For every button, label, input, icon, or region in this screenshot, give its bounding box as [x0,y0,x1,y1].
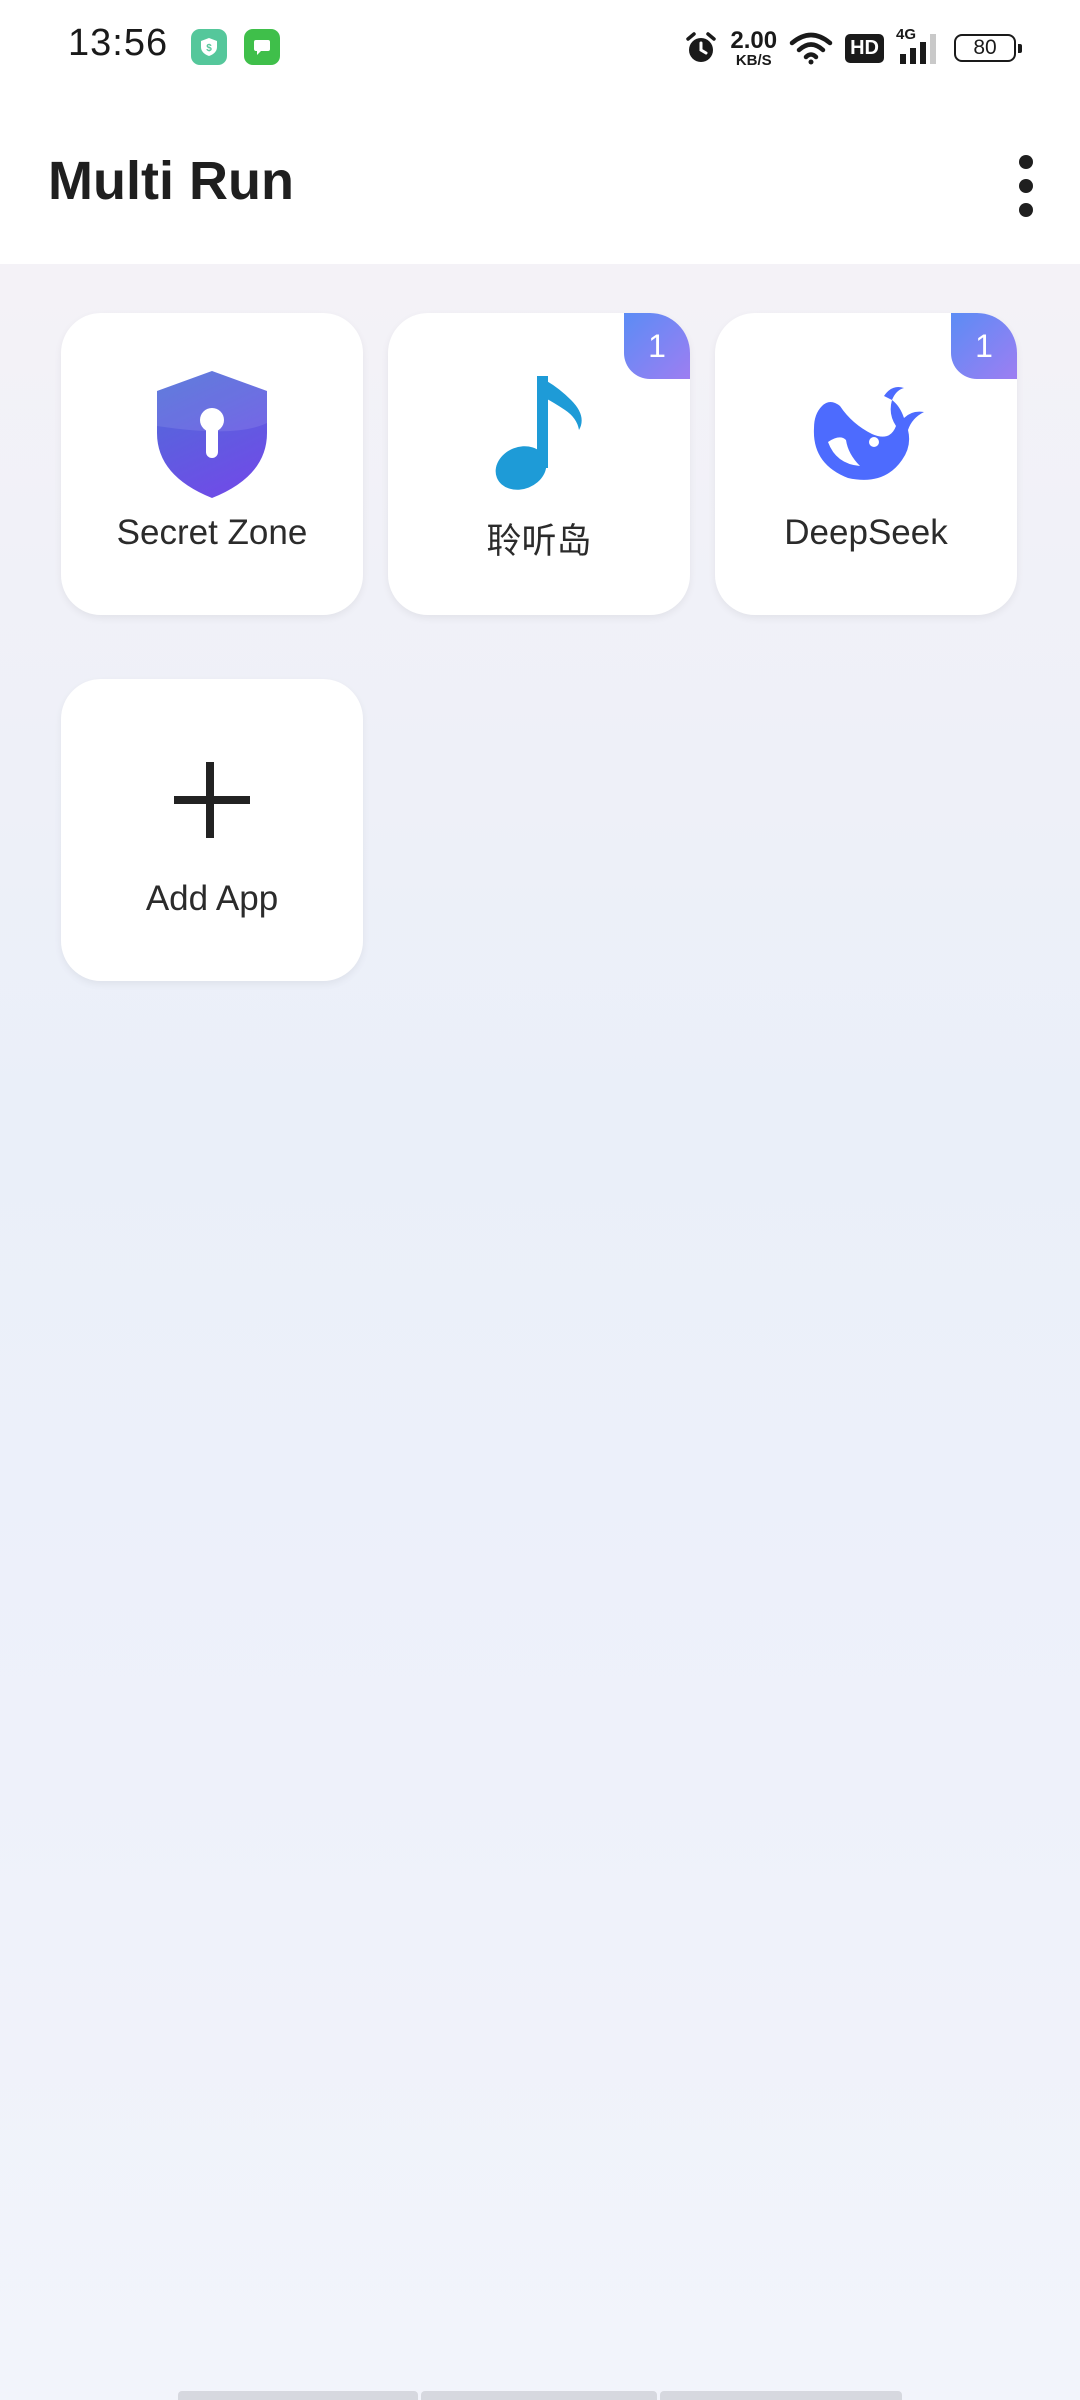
message-notification-icon [244,29,280,65]
hd-indicator: HD [845,33,884,63]
whale-icon [813,387,924,480]
network-speed-value: 2.00 [730,26,778,54]
app-name: DeepSeek [784,513,948,552]
app-tile-lingtingdao[interactable]: 1 聆听岛 [388,313,690,615]
wifi-icon [789,32,833,65]
gesture-handle[interactable] [421,2391,657,2400]
status-time: 13:56 [68,22,169,64]
shield-lock-icon [157,371,267,498]
more-options-button[interactable] [998,146,1054,226]
notification-badge: 1 [624,313,690,379]
add-app-button[interactable]: Add App [61,679,363,981]
battery-level: 80 [973,36,997,59]
plus-icon [174,762,250,838]
gesture-handle[interactable] [178,2391,418,2400]
status-indicators: 2.00 KB/S HD 4G 80 [684,24,1022,72]
notification-badge: 1 [951,313,1017,379]
more-vert-icon [1019,155,1033,169]
alarm-icon [686,32,717,62]
network-speed-unit: KB/S [735,51,772,69]
network-speed: 2.00 KB/S [730,26,778,69]
app-name: Add App [145,879,279,918]
app-bar: Multi Run [0,96,1080,264]
status-bar: 13:56 $ 2.00 KB/S HD 4G 80 [0,0,1080,96]
app-name: 聆听岛 [486,522,592,561]
app-grid: Secret Zone 1 聆听岛 1 DeepSeek Add App [0,264,1080,2400]
signal-icon: 4G [896,26,942,66]
music-note-icon [495,376,582,490]
app-tile-deepseek[interactable]: 1 DeepSeek [715,313,1017,615]
battery-icon: 80 [954,34,1022,62]
app-name: Secret Zone [116,513,308,552]
page-title: Multi Run [48,151,294,211]
app-tile-secret-zone[interactable]: Secret Zone [61,313,363,615]
svg-text:$: $ [206,43,212,54]
app-notification-icon: $ [191,29,227,65]
gesture-handle[interactable] [660,2391,902,2400]
